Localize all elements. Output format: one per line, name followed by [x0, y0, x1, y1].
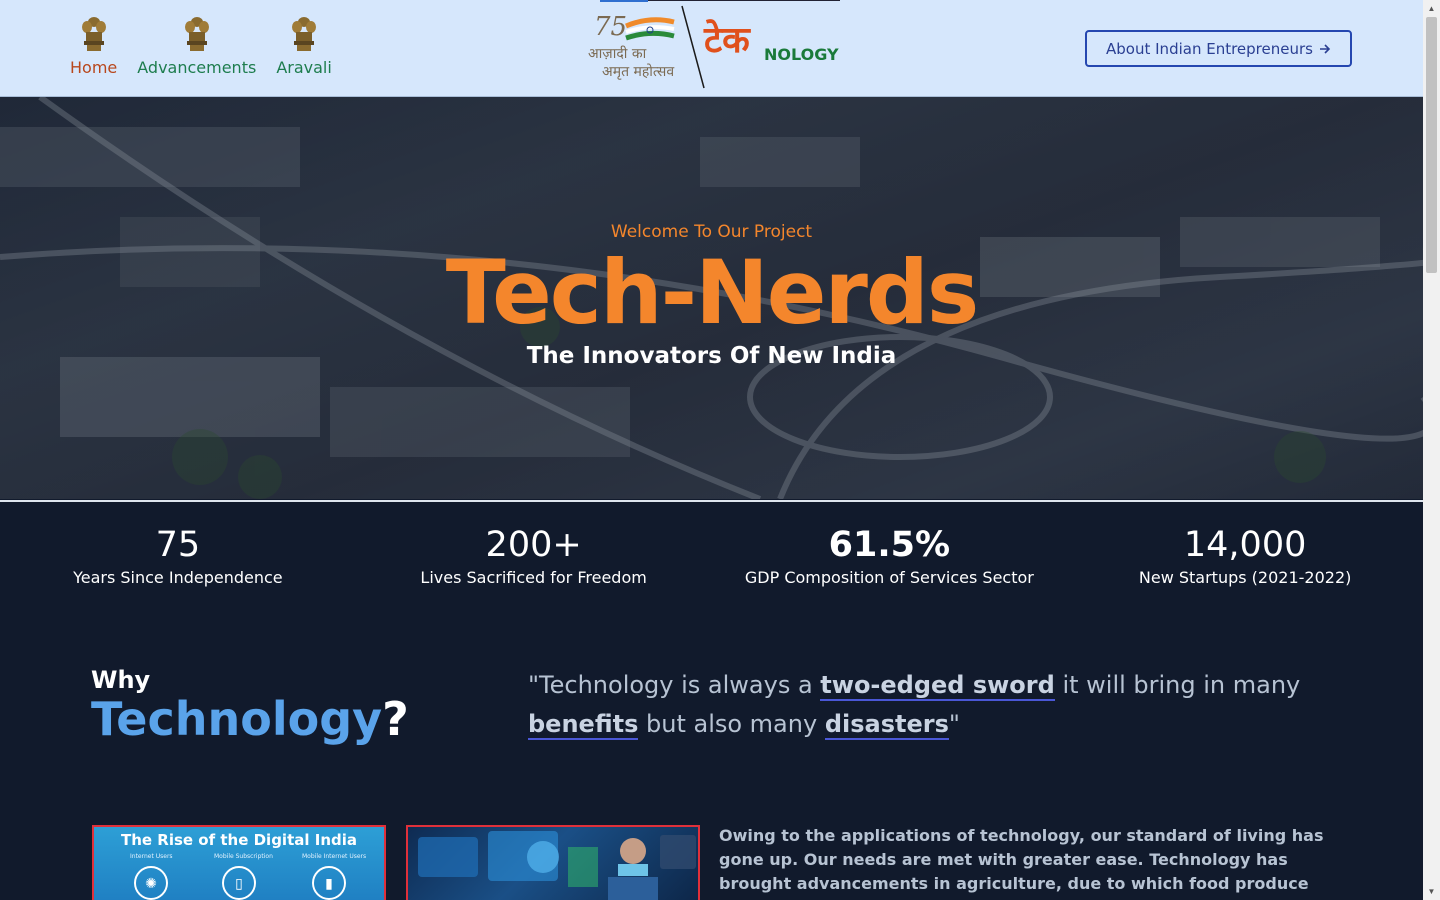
quote-mid-1: it will bring in many — [1054, 671, 1301, 699]
national-emblem-icon — [184, 17, 209, 51]
page: Home Advancements Aravali 75 आज़ादी का अ… — [0, 0, 1423, 900]
stat-value: 75 — [155, 525, 201, 565]
network-icon: ✺ — [134, 866, 168, 900]
about-button-label: About Indian Entrepreneurs — [1106, 39, 1313, 58]
medical-technology-card[interactable] — [406, 825, 700, 900]
scroll-up-arrow-icon[interactable]: ▲ — [1423, 0, 1440, 17]
site-logo[interactable]: 75 आज़ादी का अमृत महोत्सव टेक NOLOGY — [588, 0, 840, 92]
stat-item: 200+ Lives Sacrificed for Freedom — [356, 502, 712, 616]
scroll-thumb[interactable] — [1426, 17, 1437, 273]
technology-body-text: Owing to the applications of technology,… — [719, 826, 1324, 900]
header: Home Advancements Aravali 75 आज़ादी का अ… — [0, 0, 1423, 97]
stat-value: 61.5% — [828, 525, 951, 565]
quote-mid-2: but also many — [638, 710, 825, 738]
nav-item-advancements[interactable]: Advancements — [137, 14, 256, 77]
stat-value: 14,000 — [1183, 525, 1307, 565]
nav-label-home: Home — [70, 58, 118, 77]
logo-hindi-line-1: आज़ादी का — [588, 46, 647, 62]
logo-top-accent — [600, 0, 648, 2]
why-heading-big: Technology? — [91, 692, 409, 746]
page-scrollbar[interactable]: ▲ ▼ — [1423, 0, 1440, 900]
main-nav: Home Advancements Aravali — [70, 14, 332, 77]
card-label: Internet Users — [130, 853, 173, 860]
scroll-down-arrow-icon[interactable]: ▼ — [1423, 883, 1440, 900]
why-heading-mark: ? — [382, 692, 409, 746]
stat-label: GDP Composition of Services Sector — [744, 568, 1034, 587]
about-indian-entrepreneurs-button[interactable]: About Indian Entrepreneurs — [1085, 30, 1352, 67]
quote-highlight-benefits: benefits — [528, 710, 639, 740]
hero-welcome-text: Welcome To Our Project — [610, 222, 813, 242]
why-heading-small: Why — [91, 666, 151, 694]
quote-highlight-sword: two-edged sword — [820, 671, 1055, 701]
logo-divider — [681, 5, 705, 89]
national-emblem-icon — [292, 17, 317, 51]
card-title: The Rise of the Digital India — [120, 831, 357, 849]
mobile-touch-icon: ▯ — [222, 866, 256, 900]
stat-label: Lives Sacrificed for Freedom — [420, 568, 647, 587]
card-label: Mobile Subscription — [214, 853, 273, 860]
stat-value: 200+ — [485, 525, 582, 565]
stat-item: 75 Years Since Independence — [0, 502, 356, 616]
doctor-hologram-image — [418, 831, 696, 900]
national-emblem-icon — [81, 17, 106, 51]
technology-quote: "Technology is always a two-edged sword … — [528, 666, 1308, 744]
quote-close: " — [948, 710, 960, 738]
hero-section: Welcome To Our Project Tech-Nerds The In… — [0, 97, 1423, 499]
nav-label-aravali: Aravali — [276, 58, 332, 77]
digital-india-card[interactable]: The Rise of the Digital India Internet U… — [92, 825, 386, 900]
why-technology-section: Why Technology? "Technology is always a … — [0, 616, 1423, 900]
quote-highlight-disasters: disasters — [824, 710, 949, 740]
nav-item-home[interactable]: Home — [70, 14, 117, 77]
why-heading-word: Technology — [91, 692, 383, 746]
quote-open: "Technology is always a — [528, 671, 821, 699]
hero-title: Tech-Nerds — [445, 241, 979, 344]
smartphone-icon: ▮ — [312, 866, 346, 900]
flag-swoosh-icon — [625, 17, 675, 41]
logo-hindi-line-2: अमृत महोत्सव — [602, 64, 675, 80]
stat-label: New Startups (2021-2022) — [1138, 568, 1352, 587]
logo-75: 75 — [594, 12, 628, 42]
logo-nology: NOLOGY — [764, 45, 839, 64]
stats-strip: 75 Years Since Independence 200+ Lives S… — [0, 500, 1423, 618]
stat-item: 61.5% GDP Composition of Services Sector — [712, 502, 1068, 616]
stat-item: 14,000 New Startups (2021-2022) — [1067, 502, 1423, 616]
nav-label-advancements: Advancements — [137, 58, 257, 77]
stat-label: Years Since Independence — [73, 568, 283, 587]
arrow-right-icon — [1319, 43, 1331, 54]
card-label: Mobile Internet Users — [302, 853, 367, 860]
logo-tek: टेक — [704, 19, 750, 61]
hero-subtitle: The Innovators Of New India — [526, 343, 897, 369]
nav-item-aravali[interactable]: Aravali — [276, 14, 332, 77]
